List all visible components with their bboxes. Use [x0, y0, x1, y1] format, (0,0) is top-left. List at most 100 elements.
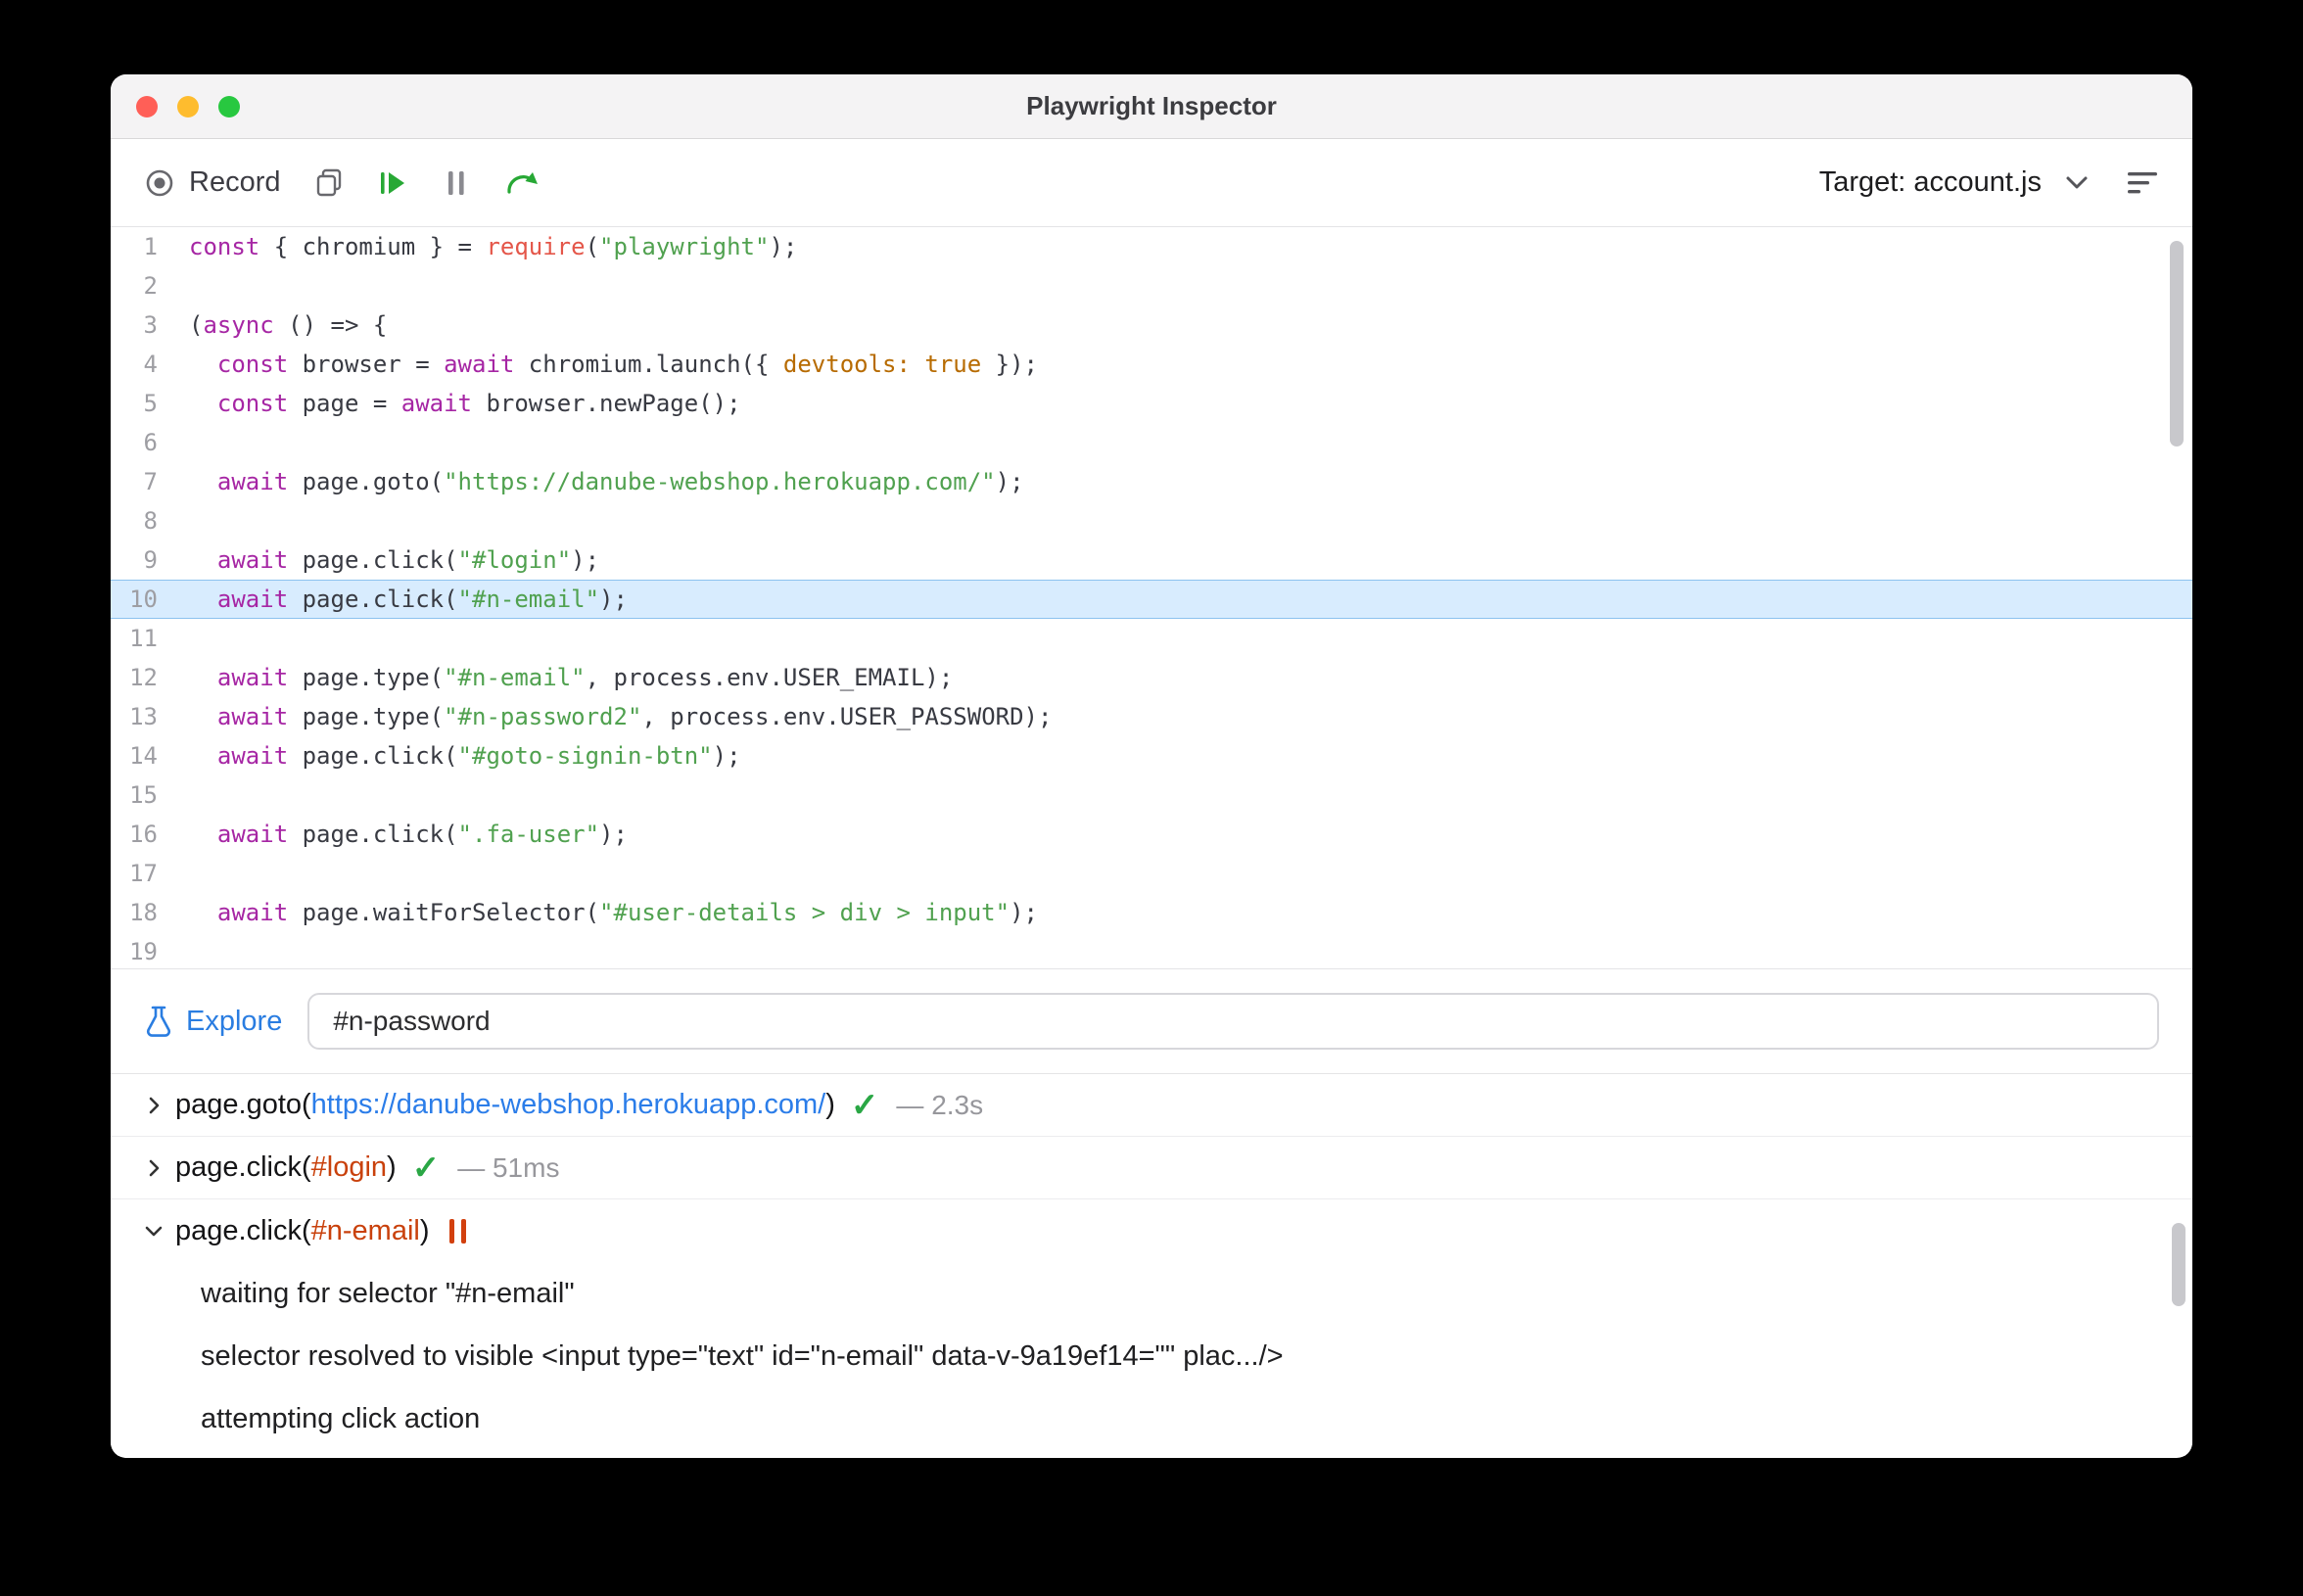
explore-button-label: Explore — [186, 1005, 283, 1037]
traffic-lights — [136, 74, 240, 138]
code-line[interactable]: 2 — [111, 266, 2192, 305]
line-number: 6 — [143, 429, 158, 456]
log-detail-line: waiting for selector "#n-email" — [201, 1277, 575, 1309]
action-log: page.goto(https://danube-webshop.herokua… — [111, 1074, 2192, 1456]
code-line[interactable]: 15 — [111, 775, 2192, 815]
log-entry-call: page.click(#login) — [175, 1151, 397, 1184]
line-number: 16 — [129, 821, 158, 848]
playwright-inspector-window: Playwright Inspector Record Target: acco… — [111, 74, 2192, 1458]
log-lines-icon[interactable] — [2126, 169, 2159, 197]
code-text: (async () => { — [189, 311, 388, 339]
code-text: const browser = await chromium.launch({ … — [216, 351, 1038, 378]
target-label: Target: account.js — [1818, 166, 2042, 198]
code-text: await page.click("#goto-signin-btn"); — [216, 742, 741, 770]
explore-button[interactable]: Explore — [144, 1005, 282, 1038]
line-number: 10 — [129, 586, 158, 613]
close-window-button[interactable] — [136, 95, 158, 117]
resume-icon — [377, 167, 408, 199]
line-number: 2 — [143, 272, 158, 300]
copy-button[interactable] — [314, 167, 344, 199]
success-check-icon: ✓ — [411, 1149, 441, 1187]
zoom-window-button[interactable] — [218, 95, 240, 117]
pause-icon — [442, 167, 471, 199]
code-text: const page = await browser.newPage(); — [216, 390, 741, 417]
record-button[interactable]: Record — [144, 166, 281, 199]
log-entry[interactable]: page.click(#n-email) — [111, 1199, 2192, 1262]
toolbar: Record Target: account.js — [111, 139, 2192, 227]
code-text: await page.click(".fa-user"); — [216, 821, 628, 848]
line-number: 11 — [129, 625, 158, 652]
line-number: 3 — [143, 311, 158, 339]
titlebar: Playwright Inspector — [111, 74, 2192, 139]
resume-button[interactable] — [377, 167, 408, 199]
code-line[interactable]: 13 await page.type("#n-password2", proce… — [111, 697, 2192, 736]
line-number: 9 — [143, 546, 158, 574]
code-editor: 1 const { chromium } = require("playwrigh… — [111, 227, 2192, 968]
log-entry-call: page.click(#n-email) — [175, 1215, 430, 1247]
line-number: 7 — [143, 468, 158, 495]
code-text: await page.click("#login"); — [216, 546, 600, 574]
log-entry-call: page.goto(https://danube-webshop.herokua… — [175, 1089, 835, 1121]
code-line[interactable]: 10 await page.click("#n-email"); — [111, 580, 2192, 619]
code-line[interactable]: 11 — [111, 619, 2192, 658]
code-line[interactable]: 9 await page.click("#login"); — [111, 540, 2192, 580]
code-text: await page.type("#n-email", process.env.… — [216, 664, 954, 691]
line-number: 13 — [129, 703, 158, 730]
code-line[interactable]: 4 const browser = await chromium.launch(… — [111, 345, 2192, 384]
minimize-window-button[interactable] — [177, 95, 199, 117]
log-arg-url[interactable]: https://danube-webshop.herokuapp.com/ — [311, 1089, 826, 1120]
log-method-close: ) — [387, 1151, 397, 1183]
explore-bar: Explore — [111, 968, 2192, 1074]
log-detail-line: attempting click action — [201, 1402, 481, 1434]
log-detail-line: selector resolved to visible <input type… — [201, 1339, 1284, 1372]
code-line[interactable]: 12 await page.type("#n-email", process.e… — [111, 658, 2192, 697]
line-number: 8 — [143, 507, 158, 535]
line-number: 19 — [129, 938, 158, 965]
log-method: page.click( — [175, 1214, 311, 1246]
line-number: 4 — [143, 351, 158, 378]
log-method-close: ) — [419, 1214, 430, 1246]
code-line[interactable]: 1 const { chromium } = require("playwrigh… — [111, 227, 2192, 266]
log-entry[interactable]: page.click(#login) ✓ — 51ms — [111, 1137, 2192, 1199]
log-entry[interactable]: page.goto(https://danube-webshop.herokua… — [111, 1074, 2192, 1137]
record-button-label: Record — [189, 166, 281, 198]
code-line[interactable]: 6 — [111, 423, 2192, 462]
log-arg-selector: #n-email — [310, 1214, 420, 1246]
line-number: 18 — [129, 899, 158, 926]
chevron-right-icon[interactable] — [144, 1158, 175, 1178]
explore-flask-icon — [144, 1005, 173, 1038]
code-line[interactable]: 7 await page.goto("https://danube-websho… — [111, 462, 2192, 501]
log-method: page.click( — [175, 1151, 311, 1183]
code-line[interactable]: 16 await page.click(".fa-user"); — [111, 815, 2192, 854]
code-line[interactable]: 3 (async () => { — [111, 305, 2192, 345]
log-method-close: ) — [825, 1089, 835, 1120]
code-lines: 1 const { chromium } = require("playwrigh… — [111, 227, 2192, 968]
target-selector[interactable]: Target: account.js — [1819, 166, 2159, 199]
chevron-down-icon[interactable] — [144, 1221, 175, 1241]
editor-scrollbar[interactable] — [2170, 241, 2184, 446]
line-number: 1 — [143, 233, 158, 260]
code-line[interactable]: 14 await page.click("#goto-signin-btn"); — [111, 736, 2192, 775]
chevron-right-icon[interactable] — [144, 1096, 175, 1115]
code-text: await page.waitForSelector("#user-detail… — [216, 899, 1038, 926]
log-scrollbar[interactable] — [2172, 1223, 2186, 1306]
record-icon — [144, 167, 175, 199]
code-line[interactable]: 18 await page.waitForSelector("#user-det… — [111, 893, 2192, 932]
code-line[interactable]: 17 — [111, 854, 2192, 893]
step-over-button[interactable] — [504, 167, 540, 199]
line-number: 14 — [129, 742, 158, 770]
line-number: 5 — [143, 390, 158, 417]
code-line[interactable]: 5 const page = await browser.newPage(); — [111, 384, 2192, 423]
desktop-background: Playwright Inspector Record Target: acco… — [0, 0, 2303, 1596]
code-line[interactable]: 8 — [111, 501, 2192, 540]
code-line[interactable]: 19 — [111, 932, 2192, 968]
log-list: page.goto(https://danube-webshop.herokua… — [111, 1074, 2192, 1450]
pause-button[interactable] — [442, 167, 471, 199]
selector-input[interactable] — [307, 993, 2159, 1050]
